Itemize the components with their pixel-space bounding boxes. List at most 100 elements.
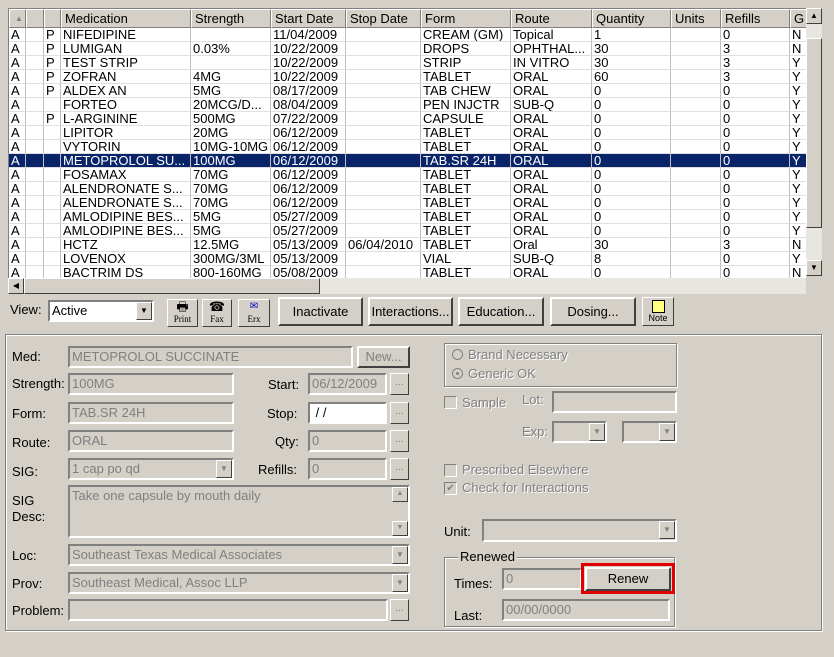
table-row[interactable]: A BACTRIM DS 800-160MG 05/08/2009 TABLET ORAL… (9, 266, 806, 278)
cell-stop-date (346, 168, 421, 182)
sig-select[interactable]: 1 cap po qd ▼ (68, 458, 234, 480)
scroll-left-icon[interactable]: ◀ (8, 278, 24, 294)
last-field[interactable]: 00/00/0000 (502, 599, 670, 621)
table-row[interactable]: A AMLODIPINE BES... 5MG 05/27/2009 TABLET ORA… (9, 210, 806, 224)
column-header-strength[interactable]: Strength (191, 9, 271, 28)
lot-field[interactable] (552, 391, 677, 413)
cell-generic: Y (790, 70, 806, 84)
erx-button[interactable]: ✉ Erx (238, 299, 270, 327)
cell-generic: Y (790, 140, 806, 154)
table-row[interactable]: A HCTZ 12.5MG 05/13/2009 06/04/2010 TABLET Ora… (9, 238, 806, 252)
cell-stop-date (346, 84, 421, 98)
column-header-p-flag[interactable] (44, 9, 61, 28)
generic-ok-radio[interactable] (452, 368, 463, 379)
sort-up-icon[interactable]: ▲ (9, 9, 26, 28)
start-date-button[interactable]: ... (390, 373, 409, 395)
scroll-thumb[interactable] (806, 38, 822, 228)
column-header-quantity[interactable]: Quantity (592, 9, 671, 28)
exp-month-select[interactable]: ▼ (552, 421, 607, 443)
interactions-button[interactable]: Interactions... (368, 297, 453, 326)
cell-p-flag (44, 154, 61, 168)
medication-grid[interactable]: ▲ Medication Strength Start Date Stop Date Fo… (8, 8, 806, 278)
table-row[interactable]: A ALENDRONATE S... 70MG 06/12/2009 TABLET ORA… (9, 196, 806, 210)
refills-field[interactable]: 0 (308, 458, 387, 480)
cell-refills: 0 (721, 140, 790, 154)
route-field[interactable]: ORAL (68, 430, 234, 452)
column-header-refills[interactable]: Refills (721, 9, 790, 28)
scroll-up-icon[interactable]: ▲ (806, 8, 822, 24)
stop-field[interactable]: / / (308, 402, 387, 424)
sig-desc-textarea[interactable]: Take one capsule by mouth daily ▲ ▼ (68, 485, 410, 538)
loc-select[interactable]: Southeast Texas Medical Associates ▼ (68, 544, 410, 566)
note-button[interactable]: Note (642, 297, 674, 326)
column-header-medication[interactable]: Medication (61, 9, 191, 28)
check-interactions-checkbox[interactable]: ✔ (444, 482, 457, 495)
table-row[interactable]: A LOVENOX 300MG/3ML 05/13/2009 VIAL SUB-Q 8 0 Y (9, 252, 806, 266)
chevron-down-icon[interactable]: ▼ (589, 423, 605, 441)
problem-field[interactable] (68, 599, 388, 621)
cell-route: SUB-Q (511, 252, 592, 266)
table-row[interactable]: A P LUMIGAN 0.03% 10/22/2009 DROPS OPHTHAL... 3… (9, 42, 806, 56)
table-row[interactable]: A P L-ARGININE 500MG 07/22/2009 CAPSULE ORAL 0 0… (9, 112, 806, 126)
sample-checkbox[interactable] (444, 396, 457, 409)
unit-select[interactable]: ▼ (482, 519, 677, 542)
new-button[interactable]: New... (357, 346, 410, 368)
table-row[interactable]: A P ALDEX AN 5MG 08/17/2009 TAB CHEW ORAL 0 0 Y (9, 84, 806, 98)
grid-horizontal-scrollbar[interactable]: ◀ (8, 278, 806, 294)
print-button[interactable]: 🖶 Print (167, 299, 198, 327)
dosing-button[interactable]: Dosing... (550, 297, 636, 326)
table-row[interactable]: A LIPITOR 20MG 06/12/2009 TABLET ORAL 0 0 Y (9, 126, 806, 140)
med-field[interactable]: METOPROLOL SUCCINATE (68, 346, 353, 368)
column-header-units[interactable]: Units (671, 9, 721, 28)
table-row[interactable]: A METOPROLOL SU... 100MG 06/12/2009 TAB.SR 2… (9, 154, 806, 168)
column-header-stop-date[interactable]: Stop Date (346, 9, 421, 28)
refills-button[interactable]: ... (390, 458, 409, 480)
cell-refills: 3 (721, 70, 790, 84)
scroll-down-icon[interactable]: ▼ (392, 521, 408, 536)
brand-necessary-radio[interactable] (452, 349, 463, 360)
table-row[interactable]: A FOSAMAX 70MG 06/12/2009 TABLET ORAL 0 0 Y (9, 168, 806, 182)
renew-button[interactable]: Renew (585, 567, 671, 591)
times-field[interactable]: 0 (502, 568, 582, 590)
fax-button[interactable]: ☎ Fax (202, 299, 232, 327)
table-row[interactable]: A P ZOFRAN 4MG 10/22/2009 TABLET ORAL 60 3 Y (9, 70, 806, 84)
exp-year-select[interactable]: ▼ (622, 421, 677, 443)
cell-refills: 0 (721, 210, 790, 224)
qty-label: Qty: (275, 434, 299, 449)
chevron-down-icon[interactable]: ▼ (659, 423, 675, 441)
prov-select[interactable]: Southeast Medical, Assoc LLP ▼ (68, 572, 410, 594)
strength-field[interactable]: 100MG (68, 373, 234, 395)
table-row[interactable]: A P TEST STRIP 10/22/2009 STRIP IN VITRO 30 3 Y (9, 56, 806, 70)
start-field[interactable]: 06/12/2009 (308, 373, 387, 395)
table-row[interactable]: A ALENDRONATE S... 70MG 06/12/2009 TABLET ORA… (9, 182, 806, 196)
table-row[interactable]: A VYTORIN 10MG-10MG 06/12/2009 TABLET ORAL 0 0 Y (9, 140, 806, 154)
prescribed-elsewhere-checkbox[interactable] (444, 464, 457, 477)
column-header-form[interactable]: Form (421, 9, 511, 28)
inactivate-button[interactable]: Inactivate (278, 297, 363, 326)
chevron-down-icon[interactable]: ▼ (136, 302, 152, 320)
form-field[interactable]: TAB.SR 24H (68, 402, 234, 424)
scroll-up-icon[interactable]: ▲ (392, 487, 408, 502)
chevron-down-icon[interactable]: ▼ (392, 574, 408, 592)
grid-vertical-scrollbar[interactable]: ▲ ▼ (806, 8, 822, 276)
stop-date-button[interactable]: ... (390, 402, 409, 424)
chevron-down-icon[interactable]: ▼ (392, 546, 408, 564)
qty-field[interactable]: 0 (308, 430, 387, 452)
column-header-start-date[interactable]: Start Date (271, 9, 346, 28)
column-header-route[interactable]: Route (511, 9, 592, 28)
cell-units (671, 28, 721, 42)
qty-button[interactable]: ... (390, 430, 409, 452)
cell-route: ORAL (511, 70, 592, 84)
table-row[interactable]: A FORTEO 20MCG/D... 08/04/2009 PEN INJCTR SUB… (9, 98, 806, 112)
table-row[interactable]: A AMLODIPINE BES... 5MG 05/27/2009 TABLET ORA… (9, 224, 806, 238)
problem-browse-button[interactable]: ... (390, 599, 409, 621)
scroll-down-icon[interactable]: ▼ (806, 260, 822, 276)
table-row[interactable]: A P NIFEDIPINE 11/04/2009 CREAM (GM) Topical 1… (9, 28, 806, 42)
column-header-flag[interactable] (26, 9, 44, 28)
chevron-down-icon[interactable]: ▼ (659, 521, 675, 539)
column-header-generic[interactable]: G (790, 9, 806, 28)
education-button[interactable]: Education... (458, 297, 544, 326)
scroll-thumb-horizontal[interactable] (24, 278, 320, 294)
chevron-down-icon[interactable]: ▼ (216, 460, 232, 478)
view-select[interactable]: Active ▼ (48, 300, 154, 322)
